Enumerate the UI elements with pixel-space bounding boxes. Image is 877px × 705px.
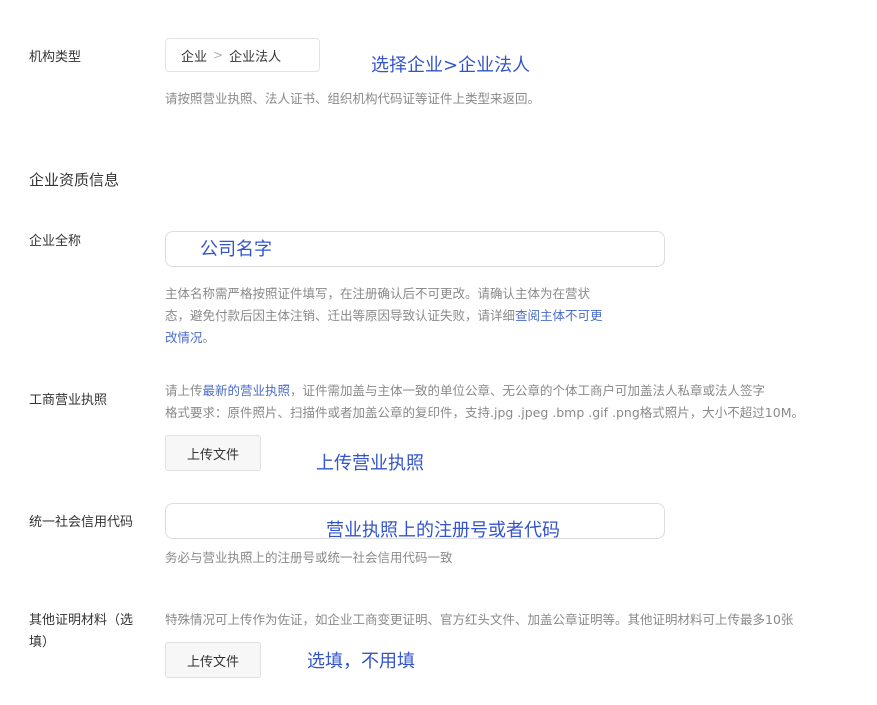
section-title: 企业资质信息 — [29, 171, 120, 189]
company-name-hint-link-end[interactable]: 改情况 — [165, 330, 203, 345]
business-license-hint-suffix: ，证件需加盖与主体一致的单位公章、无公章的个体工商户可加盖法人私章或法人签字 — [290, 383, 766, 398]
business-license-annotation: 上传营业执照 — [316, 453, 424, 474]
company-name-label: 企业全称 — [29, 234, 82, 249]
org-type-select[interactable]: 企业 > 企业法人 — [165, 38, 320, 72]
business-license-label: 工商营业执照 — [29, 393, 108, 408]
business-license-upload-button[interactable]: 上传文件 — [165, 435, 261, 471]
company-name-hint-link[interactable]: 查阅主体不可更 — [515, 308, 603, 323]
business-license-hint-line1: 请上传最新的营业执照，证件需加盖与主体一致的单位公章、无公章的个体工商户可加盖法… — [165, 380, 765, 402]
business-license-hint-line2: 格式要求：原件照片、扫描件或者加盖公章的复印件，支持.jpg .jpeg .bm… — [165, 405, 804, 420]
company-name-hint-line1: 主体名称需严格按照证件填写，在注册确认后不可更改。请确认主体为在营状 — [165, 286, 591, 301]
business-license-hint-prefix: 请上传 — [165, 383, 203, 398]
credit-code-annotation: 营业执照上的注册号或者代码 — [326, 520, 560, 541]
other-materials-hint: 特殊情况可上传作为佐证，如企业工商变更证明、官方红头文件、加盖公章证明等。其他证… — [165, 612, 794, 627]
other-materials-upload-button[interactable]: 上传文件 — [165, 642, 261, 678]
org-type-level1: 企业 — [181, 49, 208, 65]
company-name-annotation: 公司名字 — [200, 239, 272, 260]
company-name-hint-line3: 改情况。 — [165, 327, 215, 349]
credit-code-label: 统一社会信用代码 — [29, 515, 134, 530]
business-license-hint-link[interactable]: 最新的营业执照 — [203, 383, 291, 398]
org-type-hint: 请按照营业执照、法人证书、组织机构代码证等证件上类型来返回。 — [165, 91, 541, 106]
org-type-annotation: 选择企业>企业法人 — [371, 55, 531, 76]
other-materials-annotation: 选填，不用填 — [307, 651, 415, 672]
other-materials-label-line1: 其他证明材料（选 — [29, 613, 134, 628]
org-type-label: 机构类型 — [29, 50, 82, 65]
company-name-hint-text: 态，避免付款后因主体注销、迁出等原因导致认证失败，请详细 — [165, 308, 516, 323]
credit-code-hint: 务必与营业执照上的注册号或统一社会信用代码一致 — [165, 550, 453, 565]
company-name-hint-line2: 态，避免付款后因主体注销、迁出等原因导致认证失败，请详细查阅主体不可更 — [165, 305, 603, 327]
org-type-level2: 企业法人 — [229, 49, 282, 65]
chevron-right-icon: > — [213, 48, 224, 62]
company-name-hint-period: 。 — [202, 330, 216, 345]
other-materials-label-line2: 填） — [29, 635, 56, 650]
